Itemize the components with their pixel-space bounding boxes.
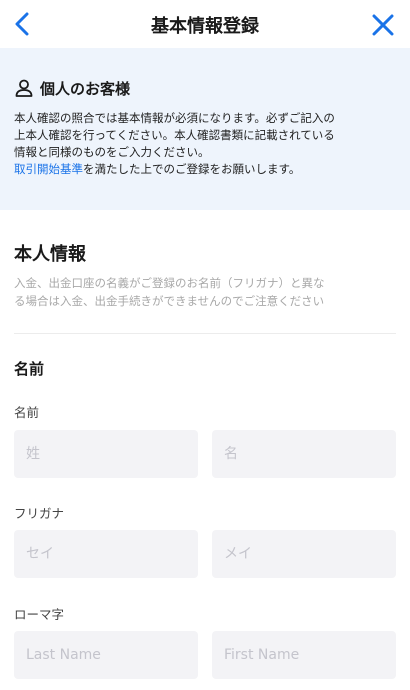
notice-line-rest: を満たした上でのご登録をお願いします。 bbox=[83, 162, 301, 176]
nav-bar: 基本情報登録 bbox=[0, 0, 410, 48]
notice-line: 本人確認の照合では基本情報が必須になります。必ずご記入の bbox=[14, 111, 335, 125]
notice-text: 本人確認の照合では基本情報が必須になります。必ずご記入の 上本人確認を行ってくだ… bbox=[14, 110, 396, 178]
close-icon bbox=[372, 14, 394, 36]
person-icon bbox=[14, 78, 34, 98]
first-name-roman-input[interactable] bbox=[212, 631, 396, 679]
close-button[interactable] bbox=[366, 8, 400, 42]
last-name-kanji-input[interactable] bbox=[14, 430, 198, 478]
divider bbox=[14, 333, 396, 334]
page-title: 基本情報登録 bbox=[151, 16, 259, 37]
last-name-kana-input[interactable] bbox=[14, 530, 198, 578]
name-kanji-label: 名前 bbox=[14, 405, 40, 420]
name-kana-label: フリガナ bbox=[14, 506, 65, 521]
notice-title: 個人のお客様 bbox=[40, 79, 131, 98]
name-roman-label: ローマ字 bbox=[14, 607, 65, 622]
section-note: 入金、出金口座の名義がご登録のお名前（フリガナ）と異な る場合は入金、出金手続き… bbox=[14, 274, 396, 310]
section-note-line: 入金、出金口座の名義がご登録のお名前（フリガナ）と異な bbox=[14, 276, 325, 290]
notice-box: 個人のお客様 本人確認の照合では基本情報が必須になります。必ずご記入の 上本人確… bbox=[0, 48, 410, 210]
section-note-line: る場合は入金、出金手続きができませんのでご注意ください bbox=[14, 294, 325, 308]
notice-line: 上本人確認を行ってください。本人確認書類に記載されている bbox=[14, 128, 335, 142]
notice-line: 取引開始基準を満たした上でのご登録をお願いします。 bbox=[14, 161, 396, 178]
first-name-kana-input[interactable] bbox=[212, 530, 396, 578]
section-title: 本人情報 bbox=[14, 244, 86, 265]
name-group-title: 名前 bbox=[14, 360, 45, 378]
last-name-roman-input[interactable] bbox=[14, 631, 198, 679]
notice-header: 個人のお客様 bbox=[14, 76, 396, 100]
notice-line: 情報と同様のものをご入力ください。 bbox=[14, 145, 210, 159]
back-button[interactable] bbox=[6, 8, 38, 40]
chevron-left-icon bbox=[15, 12, 29, 36]
trading-criteria-link[interactable]: 取引開始基準 bbox=[14, 162, 83, 176]
first-name-kanji-input[interactable] bbox=[212, 430, 396, 478]
